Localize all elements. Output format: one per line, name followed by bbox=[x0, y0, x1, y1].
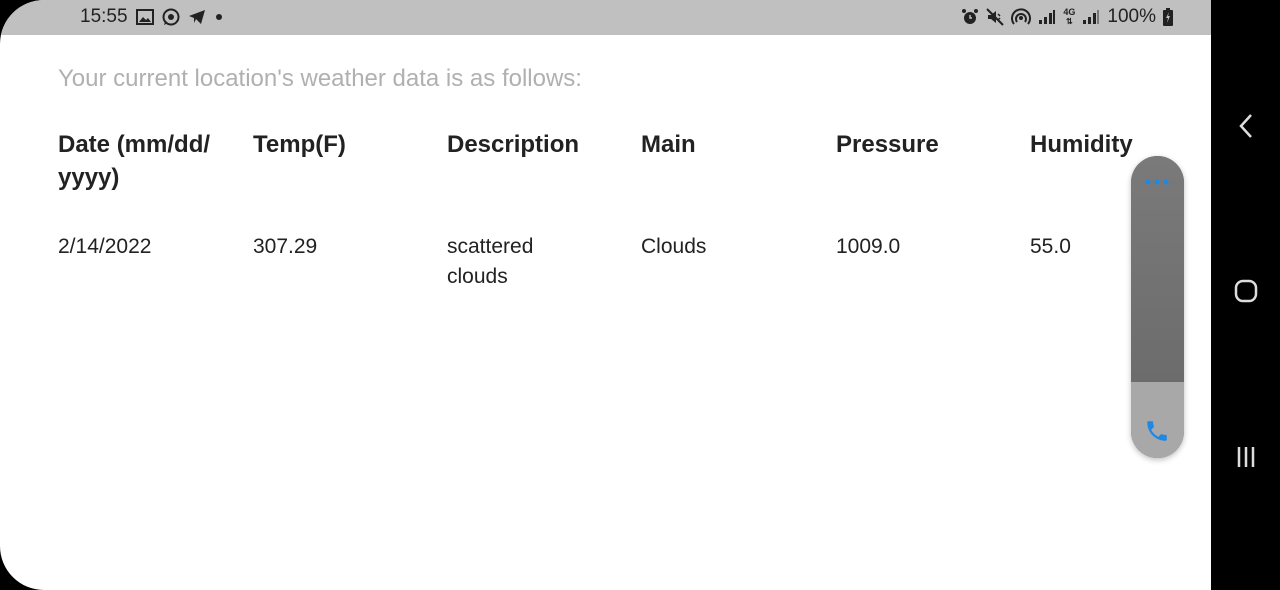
mute-icon bbox=[986, 8, 1005, 26]
column-header-date: Date (mm/dd/ yyyy) bbox=[58, 131, 211, 191]
battery-percent: 100% bbox=[1107, 6, 1156, 27]
cell-humidity: 55.0 bbox=[1030, 235, 1071, 258]
column-header-main: Main bbox=[641, 131, 696, 158]
column-header-humidity: Humidity bbox=[1030, 131, 1133, 158]
signal2-icon bbox=[1082, 9, 1100, 25]
whatsapp-icon bbox=[162, 8, 180, 26]
cell-pressure: 1009.0 bbox=[836, 235, 901, 258]
alarm-icon bbox=[961, 8, 979, 26]
battery-icon bbox=[1163, 8, 1173, 26]
4g-icon: 4G ⇅ bbox=[1063, 7, 1076, 27]
hotspot-icon bbox=[1011, 8, 1032, 26]
panel-top-section[interactable] bbox=[1131, 156, 1184, 382]
signal-icon bbox=[1038, 9, 1056, 25]
telegram-icon bbox=[188, 9, 206, 25]
home-icon[interactable] bbox=[1231, 276, 1261, 306]
status-time: 15:55 bbox=[80, 6, 128, 27]
more-dots-icon[interactable] bbox=[1143, 174, 1172, 192]
back-icon[interactable] bbox=[1231, 111, 1261, 141]
cell-description: scattered clouds bbox=[447, 235, 534, 288]
dot-icon bbox=[214, 12, 224, 22]
panel-bottom-section[interactable] bbox=[1131, 382, 1184, 458]
cell-main: Clouds bbox=[641, 235, 707, 258]
floating-edge-panel[interactable] bbox=[1131, 156, 1184, 458]
phone-icon[interactable] bbox=[1144, 418, 1170, 449]
column-header-pressure: Pressure bbox=[836, 131, 939, 158]
cell-date: 2/14/2022 bbox=[58, 235, 152, 258]
system-nav-bar bbox=[1211, 0, 1280, 590]
column-header-temp: Temp(F) bbox=[253, 131, 346, 158]
4g-label: 4G bbox=[1063, 7, 1076, 17]
data-arrows-icon: ⇅ bbox=[1066, 17, 1073, 26]
recents-icon[interactable] bbox=[1231, 442, 1261, 472]
page-subtitle: Your current location's weather data is … bbox=[58, 65, 582, 92]
status-bar-right: 4G ⇅ 100% bbox=[961, 6, 1173, 28]
gallery-icon bbox=[135, 9, 154, 25]
app-screen: 15:55 4G ⇅ 100% Your current location's … bbox=[0, 0, 1211, 590]
column-header-description: Description bbox=[447, 131, 580, 158]
status-bar: 15:55 4G ⇅ 100% bbox=[0, 0, 1211, 35]
main-content: Your current location's weather data is … bbox=[58, 62, 1211, 288]
cell-temp: 307.29 bbox=[253, 235, 318, 258]
status-bar-left: 15:55 bbox=[80, 6, 224, 28]
